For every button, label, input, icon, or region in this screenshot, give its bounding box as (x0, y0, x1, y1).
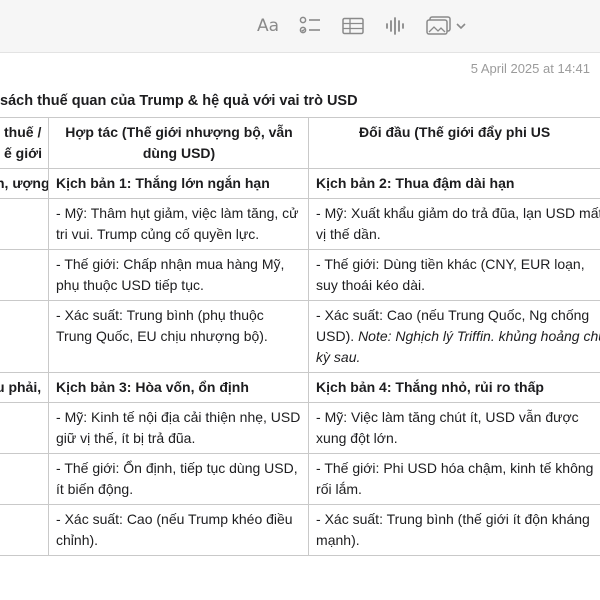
table-header-cell[interactable]: thuế / ế giới (0, 117, 50, 169)
table-cell[interactable]: - Mỹ: Xuất khẩu giảm do trả đũa, lạn USD… (308, 198, 600, 250)
text-format-icon: Aa (256, 16, 280, 36)
scenario-table-container: thuế / ế giới Hợp tác (Thế giới nhượng b… (0, 117, 600, 600)
table-cell[interactable]: - Mỹ: Thâm hụt giảm, việc làm tăng, cử t… (48, 198, 310, 250)
table-cell[interactable]: - Thế giới: Phi USD hóa chậm, kinh tế kh… (308, 453, 600, 505)
table-row: h, ượng) Kịch bản 1: Thắng lớn ngắn hạn … (0, 168, 600, 199)
media-insert-button[interactable] (426, 14, 468, 38)
table-cell[interactable] (0, 249, 50, 301)
table-row: - Mỹ: Thâm hụt giảm, việc làm tăng, cử t… (0, 198, 600, 250)
note-heading: sách thuế quan của Trump & hệ quả với va… (0, 93, 358, 109)
photo-media-icon (426, 16, 466, 35)
table-cell[interactable] (0, 402, 50, 454)
audio-waveform-icon (386, 17, 404, 35)
table-cell[interactable]: Kịch bản 2: Thua đậm dài hạn (308, 168, 600, 199)
table-cell[interactable]: - Xác suất: Cao (nếu Trump khéo điều chỉ… (48, 504, 310, 556)
table-cell[interactable]: - Xác suất: Cao (nếu Trung Quốc, Ng chốn… (308, 300, 600, 373)
table-cell[interactable]: - Thế giới: Dùng tiền khác (CNY, EUR loạ… (308, 249, 600, 301)
table-row: - Mỹ: Kinh tế nội địa cải thiện nhẹ, USD… (0, 402, 600, 454)
text-format-button[interactable]: Aa (255, 14, 281, 38)
table-header-cell[interactable]: Hợp tác (Thế giới nhượng bộ, vẫn dùng US… (48, 117, 310, 169)
table-cell[interactable]: u phải, (0, 372, 50, 403)
table-row: - Thế giới: Chấp nhận mua hàng Mỹ, phụ t… (0, 249, 600, 301)
notes-toolbar: Aa (0, 0, 600, 53)
table-cell[interactable]: Kịch bản 3: Hòa vốn, ổn định (48, 372, 310, 403)
table-row: u phải, Kịch bản 3: Hòa vốn, ổn định Kịc… (0, 372, 600, 403)
table-row: - Thế giới: Ổn định, tiếp tục dùng USD, … (0, 453, 600, 505)
table-icon (342, 17, 364, 35)
table-cell[interactable]: - Mỹ: Kinh tế nội địa cải thiện nhẹ, USD… (48, 402, 310, 454)
table-header-row: thuế / ế giới Hợp tác (Thế giới nhượng b… (0, 117, 600, 169)
checklist-icon (299, 16, 320, 34)
table-header-cell[interactable]: Đối đầu (Thế giới đẩy phi US (308, 117, 600, 169)
table-cell[interactable] (0, 504, 50, 556)
checklist-button[interactable] (298, 14, 322, 38)
table-cell[interactable]: Kịch bản 4: Thắng nhỏ, rủi ro thấp (308, 372, 600, 403)
table-row: - Xác suất: Cao (nếu Trump khéo điều chỉ… (0, 504, 600, 556)
table-cell[interactable]: - Xác suất: Trung bình (thế giới ít độn … (308, 504, 600, 556)
table-button[interactable] (341, 14, 365, 38)
table-cell[interactable]: - Mỹ: Việc làm tăng chút ít, USD vẫn đượ… (308, 402, 600, 454)
table-cell[interactable]: - Thế giới: Ổn định, tiếp tục dùng USD, … (48, 453, 310, 505)
table-cell[interactable] (0, 300, 50, 373)
table-row: - Xác suất: Trung bình (phụ thuộc Trung … (0, 300, 600, 373)
note-timestamp: 5 April 2025 at 14:41 (470, 61, 590, 76)
triffin-note: Note: Nghịch lý Triffin. khủng hoảng chu… (316, 328, 600, 365)
table-cell[interactable]: Kịch bản 1: Thắng lớn ngắn hạn (48, 168, 310, 199)
table-cell[interactable] (0, 198, 50, 250)
audio-recording-button[interactable] (383, 14, 407, 38)
table-cell[interactable]: h, ượng) (0, 168, 50, 199)
table-cell[interactable]: - Thế giới: Chấp nhận mua hàng Mỹ, phụ t… (48, 249, 310, 301)
table-cell[interactable]: - Xác suất: Trung bình (phụ thuộc Trung … (48, 300, 310, 373)
scenario-table[interactable]: thuế / ế giới Hợp tác (Thế giới nhượng b… (0, 117, 600, 556)
table-cell[interactable] (0, 453, 50, 505)
